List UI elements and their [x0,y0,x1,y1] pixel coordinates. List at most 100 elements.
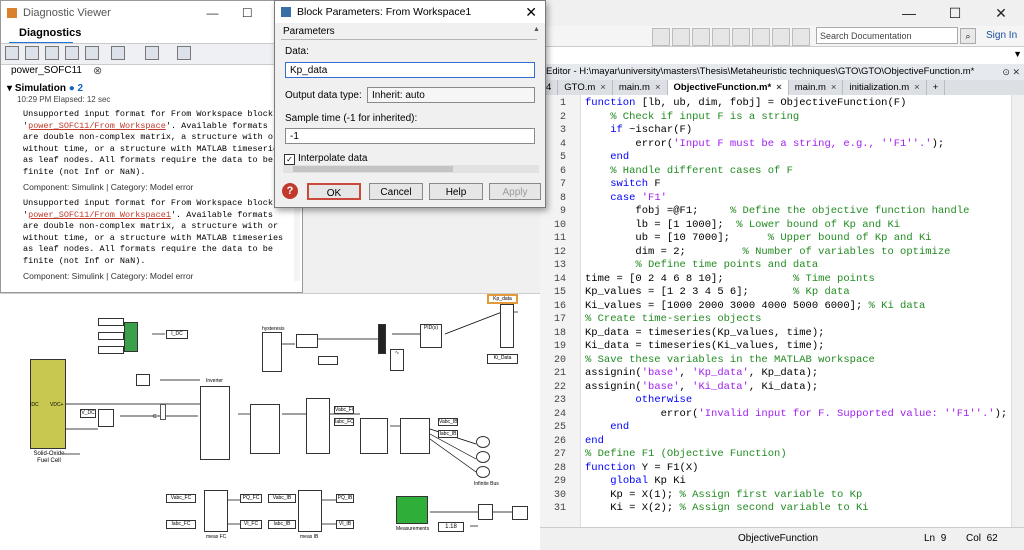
code-line[interactable]: Kp_values = [1 2 3 4 5 6]; % Kp data [585,286,850,300]
code-line[interactable]: function Y = F1(X) [585,462,698,476]
filter-icon[interactable] [145,46,159,60]
pq-ib-goto[interactable]: PQ_IB [336,494,354,503]
chevron-down-icon[interactable]: ▼ [1013,49,1022,59]
model-tab[interactable]: power_SOFC11 ⊗ [1,63,302,79]
grid-measurement-block[interactable] [400,418,430,454]
vabc-fc-from[interactable]: Vabc_FC [166,494,196,503]
help-icon[interactable] [792,28,810,46]
code-line[interactable]: fobj =@F1; % Define the objective functi… [585,205,969,219]
code-line[interactable]: % Create time-series objects [585,313,761,327]
code-line[interactable]: % Define time points and data [585,259,818,273]
vi-measurement-block[interactable] [306,398,330,454]
inverter-block[interactable] [200,386,230,460]
goto-block[interactable] [98,318,124,326]
code-area[interactable]: function [lb, ub, dim, fobj] = Objective… [581,95,1011,527]
close-tab-icon[interactable]: × [776,82,782,93]
model-tab-label[interactable]: power_SOFC11 [11,65,82,76]
switch-windows-icon[interactable] [772,28,790,46]
vabc-ib-goto[interactable]: Vabc_IB [438,418,458,426]
source-a-block[interactable] [476,436,490,448]
close-tab-icon[interactable]: × [831,82,837,93]
diagnostics-menu-label[interactable]: Diagnostics [19,27,81,39]
product-block[interactable] [478,504,493,520]
dialog-hscrollbar[interactable] [283,165,539,173]
report-icon[interactable] [25,46,39,60]
scope-block[interactable] [124,322,138,352]
kp-data-block[interactable]: Kp_data [487,294,518,304]
undo-icon[interactable] [732,28,750,46]
code-line[interactable]: error('Input F must be a string, e.g., '… [585,138,944,152]
iabc-from-block[interactable] [318,356,338,365]
search-documentation-input[interactable]: Search Documentation [816,27,958,44]
display-block[interactable]: 1.18 [438,522,464,532]
mux-block[interactable] [378,324,386,354]
ki-data-block[interactable]: Ki_Data [487,354,518,364]
save-icon[interactable] [652,28,670,46]
minimize-icon[interactable]: — [886,0,932,26]
relay-block[interactable] [296,334,318,348]
redo-icon[interactable] [752,28,770,46]
current-folder-bar[interactable]: ▼ [540,46,1024,65]
iabc-fc-goto[interactable]: Iabc_FC [334,418,354,426]
code-line[interactable]: switch F [585,178,660,192]
demux-block[interactable] [500,304,514,348]
dc-meter-block[interactable] [98,409,114,427]
sign-in-link[interactable]: Sign In [986,28,1017,44]
vi-ib-goto[interactable]: VI_IB [336,520,354,529]
dialog-vscrollbar[interactable]: ▲ [533,26,541,166]
code-line[interactable]: end [585,151,629,165]
code-line[interactable]: assignin('base', 'Ki_data', Ki_data); [585,381,818,395]
view-icon[interactable] [5,46,19,60]
editor-tab[interactable]: ObjectiveFunction.m* × [667,80,789,95]
close-tab-icon[interactable]: × [600,82,606,93]
source-c-block[interactable] [476,466,490,478]
hysteresis-block[interactable] [262,332,282,372]
capacitor-block[interactable] [160,404,166,420]
data-input[interactable]: Kp_data [285,62,535,78]
editor-tab[interactable]: initialization.m × [843,80,927,95]
close-icon[interactable]: ✕ [978,0,1024,26]
code-line[interactable]: Ki = X(2); % Assign second variable to K… [585,502,868,516]
close-tab-icon[interactable]: × [655,82,661,93]
vi-fc-goto[interactable]: VI_FC [240,520,262,529]
goto-idc-block[interactable]: I_DC [166,330,188,339]
code-line[interactable]: error('Invalid input for F. Supported va… [585,408,1008,422]
code-line[interactable]: Ki_data = timeseries(Ki_values, time); [585,340,824,354]
simulink-canvas[interactable]: IDC VDC+ Solid-Oxide Fuel Cell I_DC V_DC… [0,293,540,550]
code-line[interactable]: global Kp Ki [585,475,686,489]
editor-window-controls[interactable]: ⊙ ✕ [1002,64,1020,80]
sample-time-input[interactable]: -1 [285,128,535,144]
block-link[interactable]: power_SOFC11/From Workspace [28,121,166,131]
sum-block[interactable] [136,374,150,386]
output-type-select[interactable]: Inherit: auto [367,87,535,103]
editor-tab[interactable]: main.m × [612,80,668,95]
code-line[interactable]: if ~ischar(F) [585,124,692,138]
scope-out-block[interactable] [512,506,528,520]
maximize-icon[interactable]: ☐ [932,0,978,26]
code-line[interactable]: Kp_data = timeseries(Kp_values, time); [585,327,824,341]
save-icon[interactable] [45,46,59,60]
diagnostics-menu[interactable]: Diagnostics [1,25,302,44]
code-line[interactable]: time = [0 2 4 6 8 10]; % Time points [585,273,875,287]
ok-button[interactable]: OK [307,183,361,200]
iabc-ib-goto[interactable]: Iabc_IB [438,430,458,438]
editor-scrollbar[interactable] [1011,95,1024,527]
pid-block[interactable]: PID(s) [420,324,442,348]
editor-tab[interactable]: GTO.m × [558,80,613,95]
code-line[interactable]: dim = 2; % Number of variables to optimi… [585,246,950,260]
code-line[interactable]: % Save these variables in the MATLAB wor… [585,354,875,368]
measurements-subsystem[interactable] [396,496,428,524]
code-line[interactable]: Ki_values = [1000 2000 3000 4000 5000 60… [585,300,925,314]
code-line[interactable]: end [585,435,604,449]
meas-fc-block[interactable] [204,490,228,532]
code-line[interactable]: assignin('base', 'Kp_data', Kp_data); [585,367,818,381]
code-line[interactable]: lb = [1 1000]; % Lower bound of Kp and K… [585,219,900,233]
iabc-fc-from[interactable]: Iabc_FC [166,520,196,529]
iabc-ib-from[interactable]: Iabc_IB [268,520,296,529]
code-line[interactable]: function [lb, ub, dim, fobj] = Objective… [585,97,906,111]
copy-icon[interactable] [692,28,710,46]
code-line[interactable]: % Handle different cases of F [585,165,793,179]
export-icon[interactable] [65,46,79,60]
pq-fc-goto[interactable]: PQ_FC [240,494,262,503]
goto-block[interactable] [98,346,124,354]
